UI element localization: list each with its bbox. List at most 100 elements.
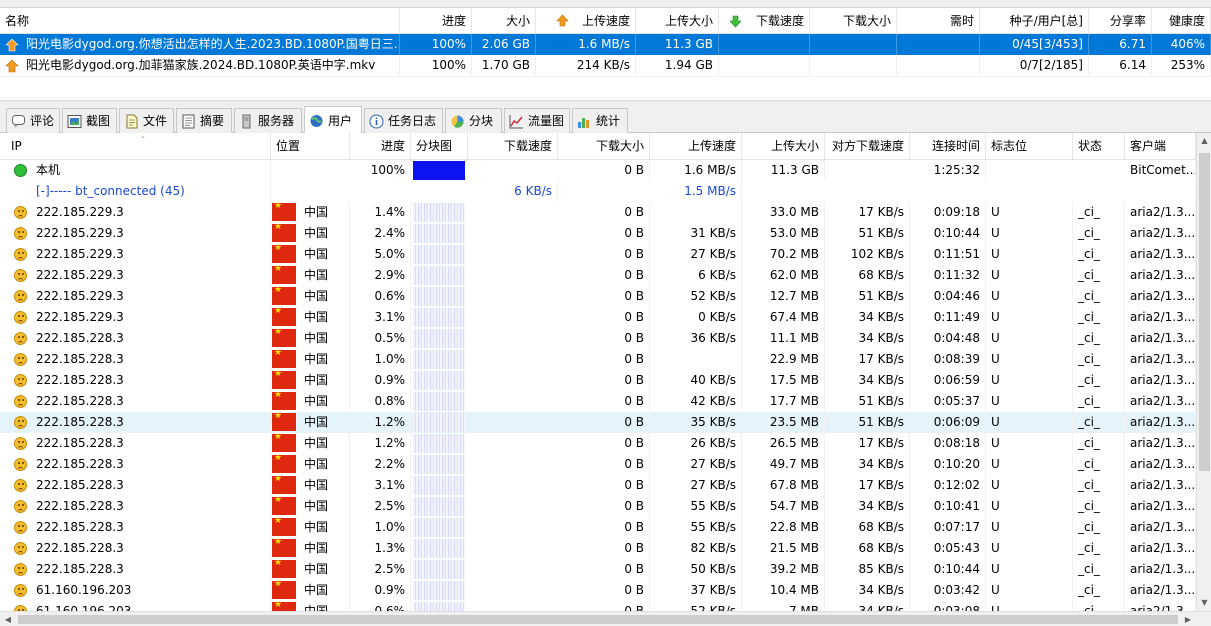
tab-task-log[interactable]: 任务日志 — [364, 108, 443, 133]
col-up-speed[interactable]: 上传速度 — [650, 133, 742, 159]
peer-ip: 222.185.229.3 — [31, 307, 271, 328]
peer-conn-time: 0:07:17 — [910, 517, 986, 538]
col-up-size[interactable]: 上传大小 — [636, 8, 719, 33]
vertical-scroll-thumb[interactable] — [1199, 153, 1210, 471]
peer-conn-time: 0:11:49 — [910, 307, 986, 328]
col-ip[interactable]: IP ⌄ — [6, 133, 271, 159]
col-down-speed-label: 下载速度 — [755, 14, 804, 28]
peer-row[interactable]: 222.185.228.3 中国0.9% 0 B40 KB/s17.5 MB34 K… — [0, 369, 1196, 391]
peer-row[interactable]: 222.185.229.3 中国3.1% 0 B0 KB/s67.4 MB34 KB… — [0, 306, 1196, 328]
col-up-speed[interactable]: 上传速度 — [536, 8, 636, 33]
col-down-size[interactable]: 下载大小 — [558, 133, 650, 159]
col-progress[interactable]: 进度 — [350, 133, 411, 159]
scroll-right-icon[interactable]: ▶ — [1180, 612, 1196, 626]
scroll-up-icon[interactable]: ▲ — [1197, 133, 1211, 149]
peer-row[interactable]: 222.185.228.3 中国2.5% 0 B55 KB/s54.7 MB34 K… — [0, 495, 1196, 517]
peer-progress: 1.2% — [350, 412, 411, 433]
horizontal-scrollbar[interactable]: ◀ ▶ — [0, 611, 1211, 626]
col-down-speed[interactable]: 下载速度 — [719, 8, 810, 33]
peer-row[interactable]: 222.185.228.3 中国1.2% 0 B35 KB/s23.5 MB51 K… — [0, 411, 1196, 433]
col-health[interactable]: 健康度 — [1152, 8, 1211, 33]
peer-row[interactable]: 61.160.196.203 中国0.6% 0 B52 KB/s7 MB34 KB/… — [0, 600, 1196, 611]
peer-location: 中国 — [299, 517, 350, 538]
peer-row[interactable]: 222.185.228.3 中国1.3% 0 B82 KB/s21.5 MB68 K… — [0, 537, 1196, 559]
col-name[interactable]: 名称 — [0, 8, 400, 33]
china-flag-icon — [272, 348, 296, 368]
peer-row[interactable]: 222.185.229.3 中国5.0% 0 B27 KB/s70.2 MB102 … — [0, 243, 1196, 265]
col-eta[interactable]: 需时 — [897, 8, 980, 33]
scroll-left-icon[interactable]: ◀ — [0, 612, 16, 626]
col-progress[interactable]: 进度 — [400, 8, 472, 33]
peer-progress: 2.4% — [350, 223, 411, 244]
peer-progress: 2.2% — [350, 454, 411, 475]
col-location[interactable]: 位置 — [271, 133, 350, 159]
peer-client: aria2/1.3... — [1125, 223, 1196, 244]
peer-row[interactable]: 61.160.196.203 中国0.9% 0 B37 KB/s10.4 MB34 … — [0, 579, 1196, 601]
peer-row[interactable]: 222.185.228.3 中国1.0% 0 B55 KB/s22.8 MB68 K… — [0, 516, 1196, 538]
col-down-size[interactable]: 下载大小 — [810, 8, 897, 33]
peer-ip: 222.185.229.3 — [31, 202, 271, 223]
vertical-scrollbar[interactable]: ▲ ▼ — [1196, 133, 1211, 611]
peer-row[interactable]: 222.185.228.3 中国0.5% 0 B36 KB/s11.1 MB34 K… — [0, 327, 1196, 349]
peer-row[interactable]: 222.185.228.3 中国0.8% 0 B42 KB/s17.7 MB51 K… — [0, 390, 1196, 412]
task-name: 阳光电影dygod.org.加菲猫家族.2024.BD.1080P.英语中字.m… — [21, 55, 400, 76]
col-ip-label: IP — [11, 139, 22, 153]
col-pieces[interactable]: 分块图 — [411, 133, 468, 159]
col-state[interactable]: 状态 — [1073, 133, 1125, 159]
peer-row[interactable]: 222.185.229.3 中国2.4% 0 B31 KB/s53.0 MB51 K… — [0, 222, 1196, 244]
col-conn-time[interactable]: 连接时间 — [910, 133, 986, 159]
china-flag-icon — [272, 243, 296, 263]
peer-row-local[interactable]: 本机 100% 0 B 1.6 MB/s 11.3 GB 1:25:32 Bit… — [0, 160, 1196, 181]
col-share-ratio[interactable]: 分享率 — [1089, 8, 1152, 33]
peer-row[interactable]: 222.185.228.3 中国2.5% 0 B50 KB/s39.2 MB85 K… — [0, 558, 1196, 580]
task-size: 1.70 GB — [472, 55, 536, 76]
peer-conn-time: 0:11:32 — [910, 265, 986, 286]
peer-row[interactable]: 222.185.228.3 中国2.2% 0 B27 KB/s49.7 MB34 K… — [0, 453, 1196, 475]
tab-traffic-chart[interactable]: 流量图 — [504, 108, 570, 133]
scroll-down-icon[interactable]: ▼ — [1197, 595, 1211, 611]
peer-row[interactable]: 222.185.229.3 中国0.6% 0 B52 KB/s12.7 MB51 K… — [0, 285, 1196, 307]
peer-conn-time: 0:06:09 — [910, 412, 986, 433]
peer-row[interactable]: 222.185.228.3 中国1.2% 0 B26 KB/s26.5 MB17 K… — [0, 432, 1196, 454]
tab-screenshots[interactable]: 截图 — [62, 108, 117, 133]
task-row[interactable]: 阳光电影dygod.org.加菲猫家族.2024.BD.1080P.英语中字.m… — [0, 55, 1211, 76]
tab-summary[interactable]: 摘要 — [176, 108, 232, 133]
col-size[interactable]: 大小 — [472, 8, 536, 33]
tab-files[interactable]: 文件 — [119, 108, 174, 133]
peer-row[interactable]: 222.185.228.3 中国3.1% 0 B27 KB/s67.8 MB17 K… — [0, 474, 1196, 496]
peer-ip: 222.185.228.3 — [31, 412, 271, 433]
peer-status-face-icon — [14, 479, 27, 492]
peer-row[interactable]: 222.185.229.3 中国2.9% 0 B6 KB/s62.0 MB68 KB… — [0, 264, 1196, 286]
task-up-speed: 214 KB/s — [536, 55, 636, 76]
group-label[interactable]: [-]----- bt_connected (45) — [31, 181, 271, 202]
peer-row[interactable]: 222.185.229.3 中国1.4% 0 B 33.0 MB17 KB/s0:09… — [0, 201, 1196, 223]
horizontal-scroll-thumb[interactable] — [18, 615, 1178, 624]
peer-peer-down-speed: 34 KB/s — [825, 580, 910, 601]
col-seeds-peers[interactable]: 种子/用户[总] — [980, 8, 1089, 33]
peer-state: _ci_ — [1073, 391, 1125, 412]
tab-pieces[interactable]: 分块 — [445, 108, 502, 133]
peer-up-size: 11.3 GB — [742, 160, 825, 181]
peer-row[interactable]: 222.185.228.3 中国1.0% 0 B 22.9 MB17 KB/s0:08… — [0, 348, 1196, 370]
peer-client: aria2/1.3... — [1125, 349, 1196, 370]
col-flags[interactable]: 标志位 — [986, 133, 1073, 159]
col-peer-down-speed[interactable]: 对方下载速度 — [825, 133, 910, 159]
tab-comments[interactable]: 评论 — [6, 108, 60, 133]
col-down-speed[interactable]: 下载速度 — [468, 133, 558, 159]
peer-group-row[interactable]: [-]----- bt_connected (45) 6 KB/s 1.5 MB… — [0, 181, 1196, 202]
col-client[interactable]: 客户端 — [1125, 133, 1196, 159]
peer-up-speed: 27 KB/s — [650, 454, 742, 475]
task-list[interactable]: 名称 进度 大小 上传速度 上传大小 下载速度 下载大小 需时 种子/用户[总]… — [0, 8, 1211, 100]
tab-users[interactable]: 用户 — [304, 106, 362, 134]
peer-list[interactable]: IP ⌄ 位置 进度 分块图 下载速度 下载大小 上传速度 上传大小 对方下载速… — [0, 133, 1196, 611]
peer-conn-time: 0:03:08 — [910, 601, 986, 611]
peer-ip: 222.185.229.3 — [31, 286, 271, 307]
col-up-size[interactable]: 上传大小 — [742, 133, 825, 159]
pieces-bar — [413, 308, 465, 327]
tab-servers[interactable]: 服务器 — [234, 108, 302, 133]
tab-statistics[interactable]: 统计 — [572, 108, 628, 133]
task-row[interactable]: 阳光电影dygod.org.你想活出怎样的人生.2023.BD.1080P.国粤… — [0, 34, 1211, 55]
peer-location: 中国 — [299, 286, 350, 307]
peer-location: 中国 — [299, 412, 350, 433]
peer-progress: 2.9% — [350, 265, 411, 286]
